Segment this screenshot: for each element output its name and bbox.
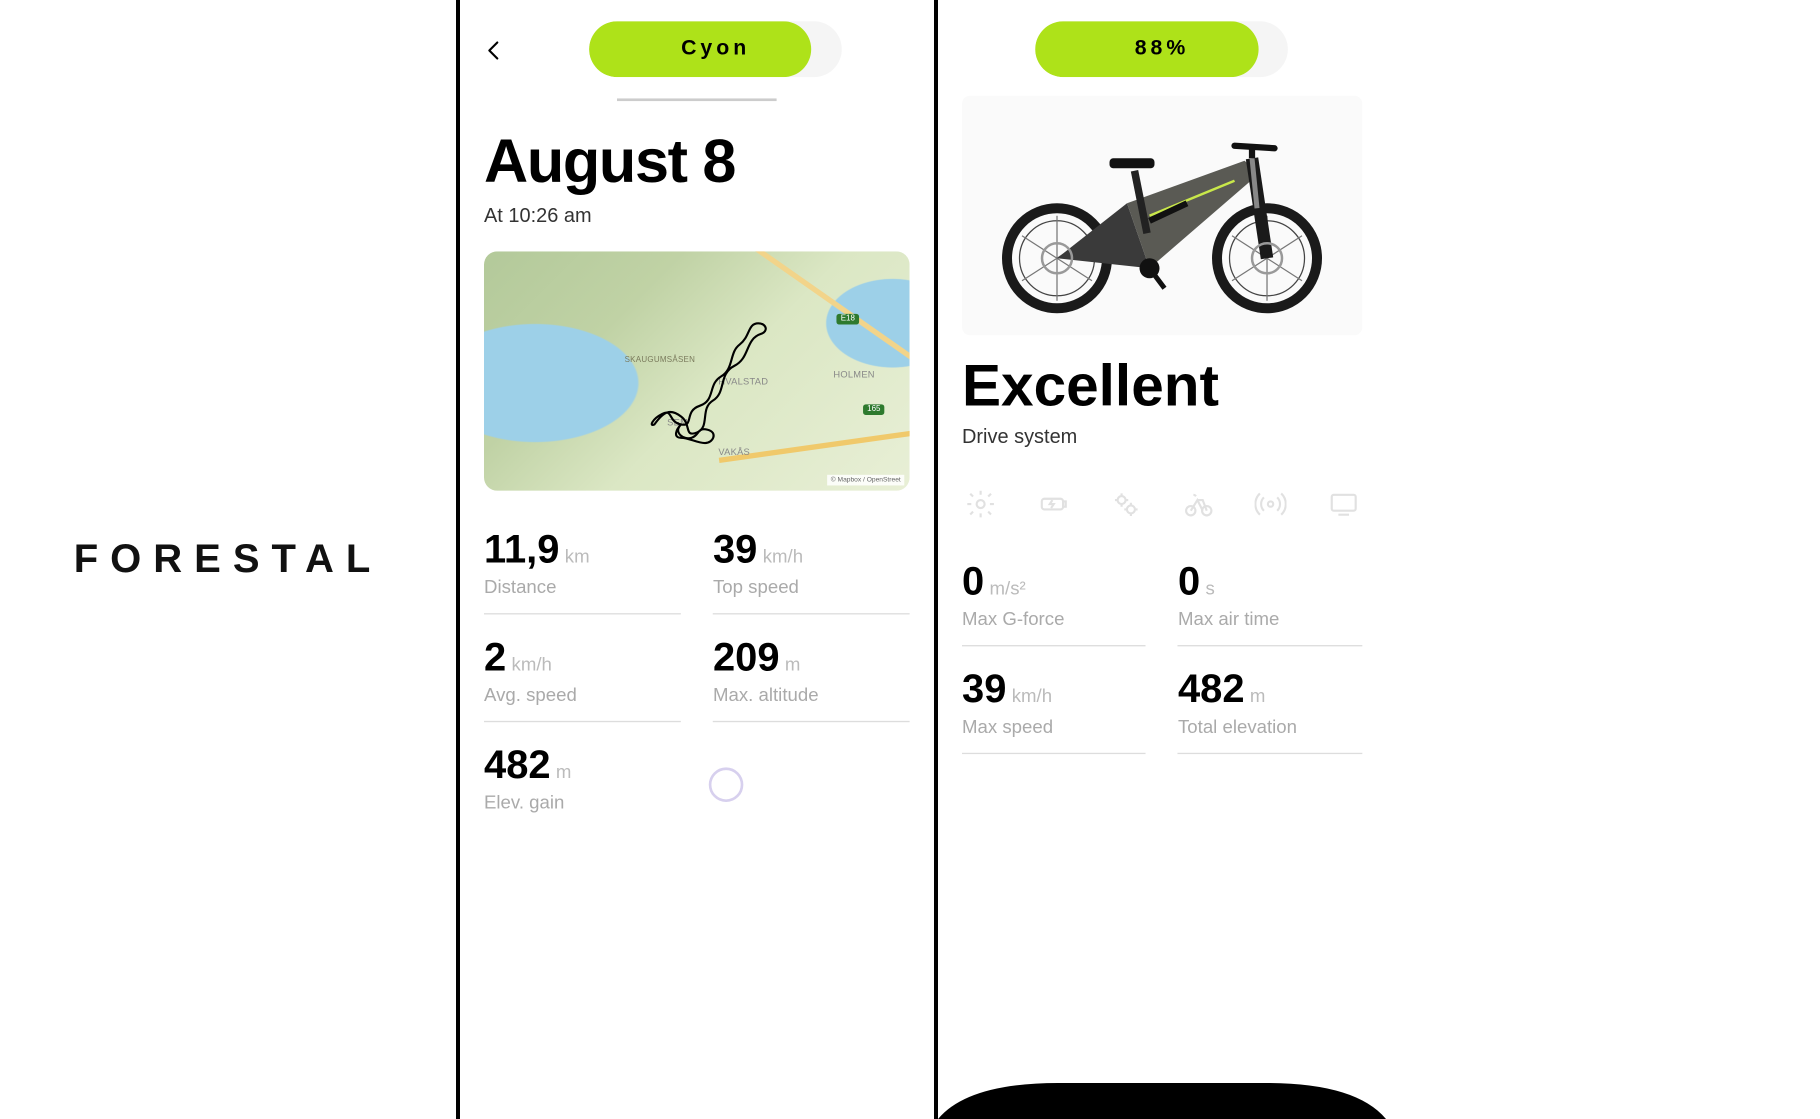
ride-time: At 10:26 am xyxy=(484,205,910,228)
status-header: 88% xyxy=(962,0,1362,88)
brand-logo-text: FORESTAL xyxy=(74,537,383,582)
stat-total-elev: 482m Total elevation xyxy=(1178,668,1362,754)
ride-track-path-icon xyxy=(484,251,910,490)
stat-max-altitude: 209m Max. altitude xyxy=(713,636,910,722)
bike-selector-pill[interactable]: Cyon xyxy=(589,21,842,77)
ride-map[interactable]: E18 165 Skaugumsåsen HVALSTAD HOLMEN SEM… xyxy=(484,251,910,490)
stat-elev-gain: 482m Elev. gain xyxy=(484,743,681,828)
back-button[interactable] xyxy=(484,28,505,71)
stat-airtime: 0s Max air time xyxy=(1178,560,1362,646)
status-subtitle: Drive system xyxy=(962,426,1362,449)
battery-percent-label: 88% xyxy=(1036,37,1289,61)
battery-pill[interactable]: 88% xyxy=(1036,21,1289,77)
ride-header: Cyon xyxy=(484,0,910,88)
bike-name-label: Cyon xyxy=(589,37,842,61)
gears-icon[interactable] xyxy=(1110,488,1142,520)
ride-stats-grid: 11,9km Distance 39km/h Top speed 2km/h A… xyxy=(484,528,910,850)
display-icon[interactable] xyxy=(1327,488,1359,520)
ride-date-title: August 8 xyxy=(484,125,910,197)
bike-icon[interactable] xyxy=(1182,488,1214,520)
signal-icon[interactable] xyxy=(1255,488,1287,520)
bike-image xyxy=(962,96,1362,335)
ride-detail-screen: Cyon August 8 At 10:26 am E18 165 Skaugu… xyxy=(460,0,938,1119)
stat-max-speed: 39km/h Max speed xyxy=(962,668,1146,754)
battery-icon[interactable] xyxy=(1037,488,1069,520)
stat-top-speed: 39km/h Top speed xyxy=(713,528,910,614)
bike-status-screen: 88% xyxy=(938,0,1386,1119)
status-stats-grid: 0m/s² Max G-force 0s Max air time 39km/h… xyxy=(962,560,1362,775)
status-title: Excellent xyxy=(962,354,1362,421)
map-attribution: © Mapbox / OpenStreet xyxy=(827,475,905,486)
stat-distance: 11,9km Distance xyxy=(484,528,681,614)
loading-spinner-icon xyxy=(709,767,744,802)
stat-avg-speed: 2km/h Avg. speed xyxy=(484,636,681,722)
brand-panel: FORESTAL xyxy=(0,0,460,1119)
stat-gforce: 0m/s² Max G-force xyxy=(962,560,1146,646)
gear-icon[interactable] xyxy=(965,488,997,520)
system-icons-row xyxy=(962,480,1362,554)
sheet-handle[interactable] xyxy=(617,98,777,101)
phone-bottom-curve xyxy=(938,1083,1386,1119)
